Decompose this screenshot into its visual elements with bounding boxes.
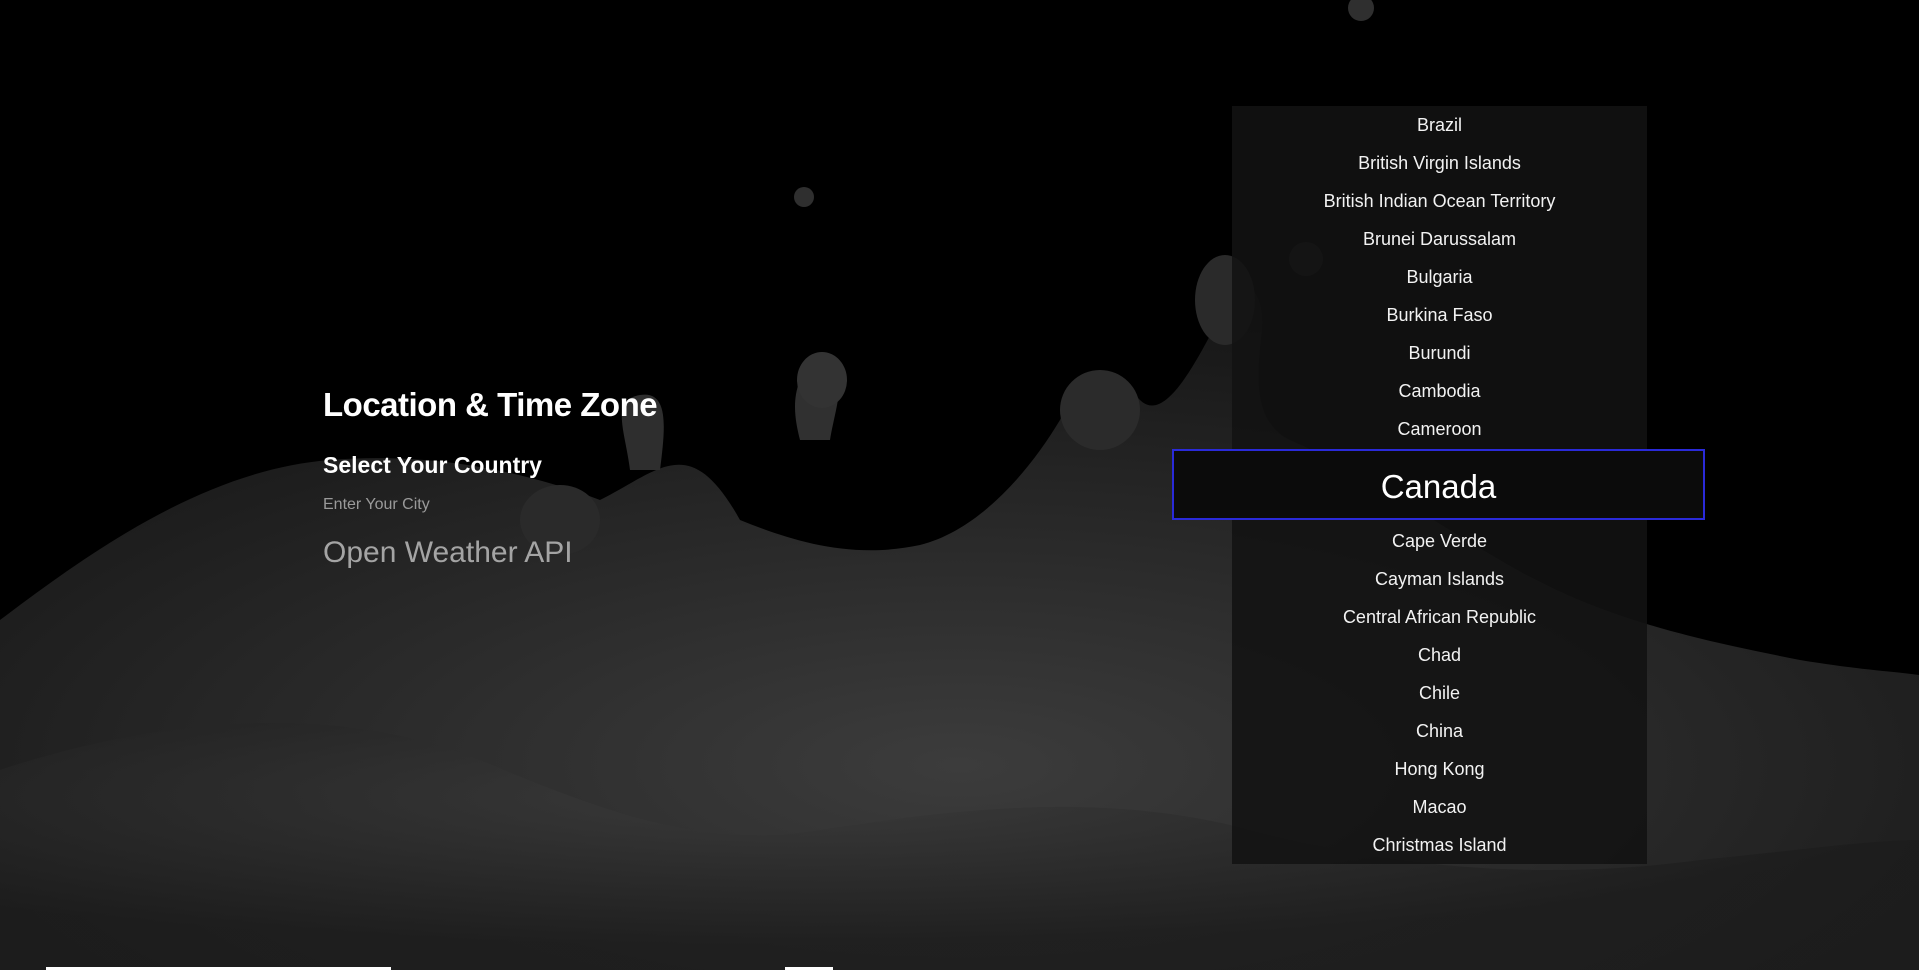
country-option[interactable]: Cambodia — [1232, 372, 1647, 410]
country-option[interactable]: Hong Kong — [1232, 750, 1647, 788]
page-title: Location & Time Zone — [323, 386, 658, 423]
country-option[interactable]: Bulgaria — [1232, 258, 1647, 296]
country-option[interactable]: Macao — [1232, 788, 1647, 826]
country-option[interactable]: China — [1232, 712, 1647, 750]
country-option[interactable]: Christmas Island — [1232, 826, 1647, 864]
country-option[interactable]: Central African Republic — [1232, 598, 1647, 636]
country-option[interactable]: Cameroon — [1232, 410, 1647, 448]
country-option[interactable]: Burundi — [1232, 334, 1647, 372]
country-option[interactable]: British Indian Ocean Territory — [1232, 182, 1647, 220]
city-input[interactable] — [323, 495, 623, 515]
country-option[interactable]: Brazil — [1232, 106, 1647, 144]
country-option[interactable]: Chile — [1232, 674, 1647, 712]
country-option[interactable]: Chad — [1232, 636, 1647, 674]
open-weather-api-link[interactable]: Open Weather API — [323, 535, 573, 571]
country-option[interactable]: Cape Verde — [1232, 522, 1647, 560]
country-option[interactable]: Burkina Faso — [1232, 296, 1647, 334]
selected-country-option[interactable]: Canada — [1172, 449, 1705, 520]
country-option[interactable]: Cayman Islands — [1232, 560, 1647, 598]
location-settings-panel: Location & Time Zone Select Your Country… — [323, 385, 843, 571]
app-screen: Location & Time Zone Select Your Country… — [0, 0, 1919, 970]
country-heading: Select Your Country — [323, 452, 542, 478]
country-option[interactable]: British Virgin Islands — [1232, 144, 1647, 182]
country-option[interactable]: Brunei Darussalam — [1232, 220, 1647, 258]
